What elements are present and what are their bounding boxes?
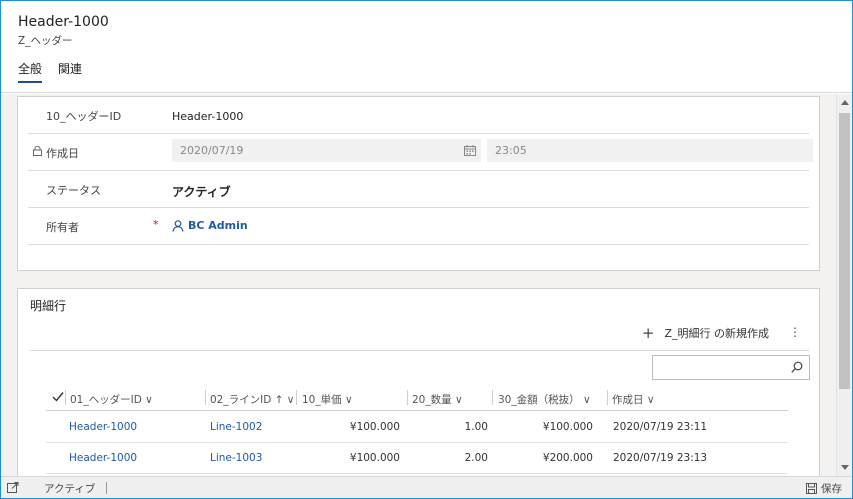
details-search-input[interactable] xyxy=(653,356,781,379)
tab-general[interactable]: 全般 xyxy=(18,60,43,83)
app-window: Header-1000 Z_ヘッダー 全般 関連 10_ヘッダーID Heade… xyxy=(0,0,853,499)
grid-header: 01_ヘッダーID ∨ 02_ラインID ↑ ∨ 10_単価 ∨ 20_数量 ∨… xyxy=(46,385,788,411)
search-icon[interactable] xyxy=(791,361,803,373)
scroll-thumb[interactable] xyxy=(839,113,850,389)
owner-link[interactable]: BC Admin xyxy=(172,219,248,232)
cell-created-on: 2020/07/19 23:13 xyxy=(613,452,708,464)
owner-name: BC Admin xyxy=(188,219,248,232)
lock-icon xyxy=(33,146,42,156)
status-divider xyxy=(106,482,107,494)
cell-unit-price: ¥100.000 xyxy=(349,452,400,464)
cell-amount: ¥100.000 xyxy=(542,421,593,433)
calendar-icon[interactable] xyxy=(464,145,476,156)
save-button[interactable]: 保存 xyxy=(806,481,842,496)
column-header-line-id[interactable]: 02_ラインID ↑ ∨ xyxy=(210,392,294,407)
cell-quantity: 2.00 xyxy=(464,452,488,464)
column-separator xyxy=(407,390,408,405)
column-separator xyxy=(65,390,66,405)
column-header-created-on[interactable]: 作成日 ∨ xyxy=(612,392,655,407)
record-status: アクティブ xyxy=(44,483,96,495)
tab-related[interactable]: 関連 xyxy=(58,60,82,81)
created-time-input[interactable] xyxy=(487,139,813,162)
field-owner: 所有者 * BC Admin xyxy=(28,208,809,245)
user-icon xyxy=(172,219,184,232)
plus-icon: + xyxy=(641,323,655,342)
column-header-amount[interactable]: 30_金額（税抜） ∨ xyxy=(498,392,591,407)
record-title: Header-1000 xyxy=(18,14,109,30)
status-label: ステータス xyxy=(46,184,101,197)
general-section: 10_ヘッダーID Header-1000 作成日 2020/07/19 23:… xyxy=(17,96,820,271)
cell-amount: ¥200.000 xyxy=(542,452,593,464)
created-on-label: 作成日 xyxy=(46,147,79,160)
cell-quantity: 1.00 xyxy=(464,421,488,433)
cell-unit-price: ¥100.000 xyxy=(349,421,400,433)
more-commands-icon[interactable]: ⋮ xyxy=(789,325,801,339)
table-row[interactable]: Header-1000 Line-1003 ¥100.000 2.00 ¥200… xyxy=(46,443,788,474)
cell-line-id[interactable]: Line-1002 xyxy=(210,421,262,433)
details-title: 明細行 xyxy=(30,299,67,313)
status-bar: アクティブ 保存 xyxy=(1,476,852,498)
column-separator xyxy=(205,390,206,405)
column-header-quantity[interactable]: 20_数量 ∨ xyxy=(412,392,463,407)
status-value[interactable]: アクティブ xyxy=(172,183,231,200)
column-header-header-id[interactable]: 01_ヘッダーID ∨ xyxy=(70,392,153,407)
record-entity-name: Z_ヘッダー xyxy=(18,35,73,47)
column-separator xyxy=(296,390,297,405)
scroll-down-arrow-icon[interactable] xyxy=(841,465,849,470)
header-id-label: 10_ヘッダーID xyxy=(46,110,122,123)
cell-line-id[interactable]: Line-1003 xyxy=(210,452,262,464)
open-in-new-window-icon[interactable] xyxy=(7,482,19,493)
vertical-scrollbar[interactable] xyxy=(836,94,852,476)
new-detail-button[interactable]: + Z_明細行 の新規作成 xyxy=(642,325,769,341)
required-marker: * xyxy=(153,218,159,231)
save-icon xyxy=(806,483,817,494)
field-status: ステータス アクティブ xyxy=(28,171,809,208)
new-detail-label: Z_明細行 の新規作成 xyxy=(664,327,769,340)
field-created-on: 作成日 xyxy=(28,134,813,171)
details-command-bar: + Z_明細行 の新規作成 ⋮ xyxy=(30,313,809,351)
header-id-value[interactable]: Header-1000 xyxy=(172,110,243,123)
cell-header-id[interactable]: Header-1000 xyxy=(69,452,137,464)
field-header-id: 10_ヘッダーID Header-1000 xyxy=(28,97,809,134)
created-date-input[interactable] xyxy=(172,139,481,162)
save-label: 保存 xyxy=(821,483,842,495)
record-header: Header-1000 Z_ヘッダー 全般 関連 xyxy=(1,1,852,93)
owner-label: 所有者 xyxy=(46,221,79,234)
details-section: 明細行 + Z_明細行 の新規作成 ⋮ 01_ヘッダーID ∨ 02_ラインID… xyxy=(17,288,820,476)
column-header-unit-price[interactable]: 10_単価 ∨ xyxy=(302,392,353,407)
select-all-check-icon[interactable] xyxy=(52,391,64,402)
details-search-box xyxy=(652,355,810,380)
table-row[interactable]: Header-1000 Line-1002 ¥100.000 1.00 ¥100… xyxy=(46,412,788,443)
column-separator xyxy=(492,390,493,405)
cell-header-id[interactable]: Header-1000 xyxy=(69,421,137,433)
column-separator xyxy=(607,390,608,405)
cell-created-on: 2020/07/19 23:11 xyxy=(613,421,708,433)
form-body: 10_ヘッダーID Header-1000 作成日 2020/07/19 23:… xyxy=(1,94,836,476)
scroll-up-arrow-icon[interactable] xyxy=(841,100,849,105)
